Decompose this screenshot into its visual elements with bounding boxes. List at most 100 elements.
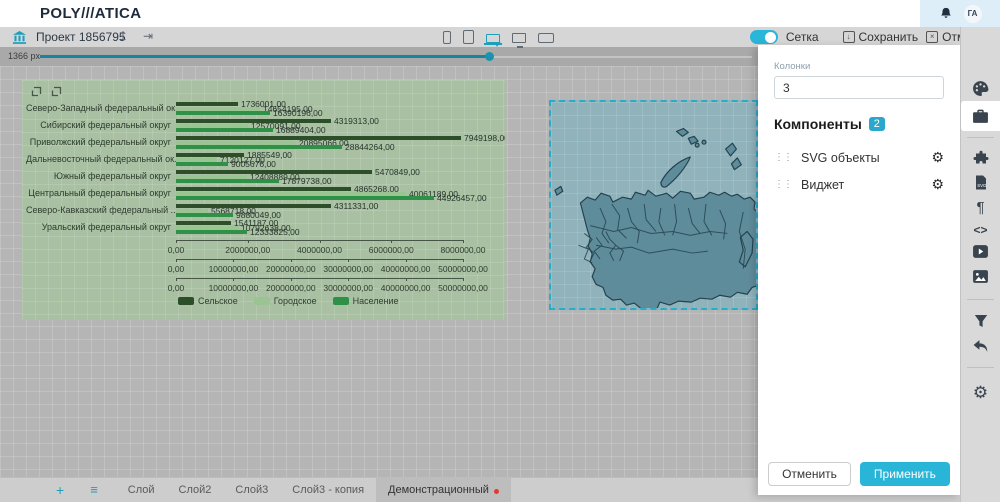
settings-gear-icon[interactable]: ⚙ xyxy=(961,383,1000,403)
video-icon[interactable] xyxy=(961,244,1000,264)
device-tablet-icon[interactable] xyxy=(463,30,474,44)
component-row-svg-objects[interactable]: ⋮⋮ SVG объекты ⚙ xyxy=(774,144,944,171)
device-widescreen-icon[interactable] xyxy=(538,33,554,43)
russia-map-svg xyxy=(551,102,756,308)
width-slider-fill xyxy=(40,55,490,58)
legend-label: Городское xyxy=(274,296,317,306)
bar-Городское xyxy=(176,226,238,230)
save-button[interactable]: ↓ Сохранить xyxy=(843,30,919,44)
drag-handle-icon[interactable]: ⋮⋮ xyxy=(774,179,792,190)
legend-item: Население xyxy=(333,296,399,306)
bar-value-label: 44926457,00 xyxy=(437,194,487,202)
user-avatar[interactable]: ГА xyxy=(964,5,982,23)
components-list: ⋮⋮ SVG объекты ⚙ ⋮⋮ Виджет ⚙ xyxy=(774,144,944,198)
layer-tab[interactable]: Слой xyxy=(116,478,167,502)
component-row-widget[interactable]: ⋮⋮ Виджет ⚙ xyxy=(774,171,944,198)
device-desktop-icon[interactable] xyxy=(512,33,526,43)
axis-tick-label: 6000000,00 xyxy=(369,245,414,255)
project-multisphere-icon[interactable] xyxy=(12,30,27,45)
image-icon[interactable] xyxy=(961,269,1000,289)
components-count-badge: 2 xyxy=(869,117,885,131)
axis-tick-label: 20000000,00 xyxy=(266,264,316,274)
legend-swatch xyxy=(254,297,270,305)
chart-row: Южный федеральный округ5470849,001240888… xyxy=(26,168,505,185)
grid-toggle[interactable] xyxy=(750,30,778,44)
chart-category-label: Уральский федеральный округ xyxy=(26,219,176,236)
axis-tick-label: 4000000,00 xyxy=(297,245,342,255)
filter-icon[interactable] xyxy=(961,313,1000,334)
chart-category-label: Центральный федеральный округ xyxy=(26,185,176,202)
export-icon[interactable]: ↥ xyxy=(118,29,128,43)
polymatica-logo: POLY///ATICA xyxy=(40,5,141,22)
map-widget[interactable] xyxy=(549,100,758,310)
bar-Сельское xyxy=(176,221,231,225)
save-icon: ↓ xyxy=(843,31,855,43)
add-layer-button[interactable]: + xyxy=(56,478,64,502)
chart-row: Северо-Западный федеральный ок...1736001… xyxy=(26,100,505,117)
chart-row: Северо-Кавказский федеральный ...4311331… xyxy=(26,202,505,219)
panel-apply-button[interactable]: Применить xyxy=(860,462,950,486)
bar-Население xyxy=(176,162,228,166)
legend-swatch xyxy=(178,297,194,305)
columns-input[interactable] xyxy=(774,76,944,99)
axis-tick-label: 0,00 xyxy=(168,283,185,293)
component-settings-gear-icon[interactable]: ⚙ xyxy=(931,176,944,193)
palette-icon[interactable] xyxy=(961,80,1000,102)
layer-tab[interactable]: Слой2 xyxy=(167,478,224,502)
bar-Население xyxy=(176,230,247,234)
component-settings-gear-icon[interactable]: ⚙ xyxy=(931,149,944,166)
device-preview-switcher: ✓ xyxy=(443,29,554,45)
bar-Городское xyxy=(176,192,406,196)
svg-text:SVG: SVG xyxy=(977,183,987,188)
axis-tick-label: 40000000,00 xyxy=(381,283,431,293)
layer-tab[interactable]: Слой3 xyxy=(223,478,280,502)
chart-widget[interactable]: Северо-Западный федеральный ок...1736001… xyxy=(22,80,505,320)
bar-Городское xyxy=(176,107,260,111)
axis-tick-label: 2000000,00 xyxy=(225,245,270,255)
chart-row: Уральский федеральный округ1541187,00107… xyxy=(26,219,505,236)
axis-tick-label: 50000000,00 xyxy=(438,283,488,293)
chart-category-label: Северо-Западный федеральный ок... xyxy=(26,100,176,117)
bar-Сельское xyxy=(176,187,351,191)
bar-Население xyxy=(176,111,270,115)
widget-rotate-icon[interactable] xyxy=(30,85,43,98)
drag-handle-icon[interactable]: ⋮⋮ xyxy=(774,152,792,163)
device-laptop-icon[interactable]: ✓ xyxy=(486,32,500,43)
notifications-bell-icon[interactable] xyxy=(939,6,953,21)
bar-Население xyxy=(176,196,434,200)
text-pilcrow-icon[interactable]: ¶ xyxy=(961,199,1000,216)
panel-cancel-button[interactable]: Отменить xyxy=(768,462,851,486)
layers-menu-button[interactable]: ≡ xyxy=(90,478,98,502)
svg-file-icon[interactable]: SVG xyxy=(961,174,1000,196)
chart-axes: 0,002000000,004000000,006000000,00800000… xyxy=(176,238,463,295)
grid-toggle-label: Сетка xyxy=(786,30,819,44)
bar-Сельское xyxy=(176,102,238,106)
app-root: POLY///ATICA ГА Проект 1856795 ↥ ⇥ ✓ xyxy=(0,0,1000,502)
widget-duplicate-icon[interactable] xyxy=(50,85,63,98)
legend-label: Население xyxy=(353,296,399,306)
chart-category-label: Дальневосточный федеральный ок... xyxy=(26,151,176,168)
axis-Население: 0,0010000000,0020000000,0030000000,00400… xyxy=(176,276,463,295)
chart-category-label: Приволжский федеральный округ xyxy=(26,134,176,151)
widget-tools xyxy=(30,85,63,98)
code-embed-icon[interactable]: <> xyxy=(961,223,1000,237)
axis-tick-label: 50000000,00 xyxy=(438,264,488,274)
bar-value-label: 28844264,00 xyxy=(345,143,395,151)
width-slider-handle[interactable] xyxy=(485,52,494,61)
chart-row: Сибирский федеральный округ4319313,00125… xyxy=(26,117,505,134)
axis-tick-label: 10000000,00 xyxy=(209,283,259,293)
device-phone-icon[interactable] xyxy=(443,31,451,44)
bar-value-label: 7949198,00 xyxy=(464,134,505,142)
undo-arrow-icon[interactable] xyxy=(961,339,1000,359)
collapse-panel-icon[interactable]: ⇥ xyxy=(143,29,153,43)
axis-tick-label: 30000000,00 xyxy=(323,264,373,274)
layer-tab[interactable]: Слой3 - копия xyxy=(280,478,376,502)
layer-tab-active[interactable]: Демонстрационный xyxy=(376,478,511,502)
toolbox-icon[interactable] xyxy=(961,108,1000,130)
axis-tick-label: 10000000,00 xyxy=(209,264,259,274)
bar-Население xyxy=(176,213,233,217)
columns-field-label: Колонки xyxy=(774,61,944,72)
settings-panel: Колонки Компоненты 2 ⋮⋮ SVG объекты ⚙ ⋮⋮… xyxy=(758,45,960,495)
puzzle-component-icon[interactable] xyxy=(961,150,1000,171)
bar-Городское xyxy=(176,175,247,179)
